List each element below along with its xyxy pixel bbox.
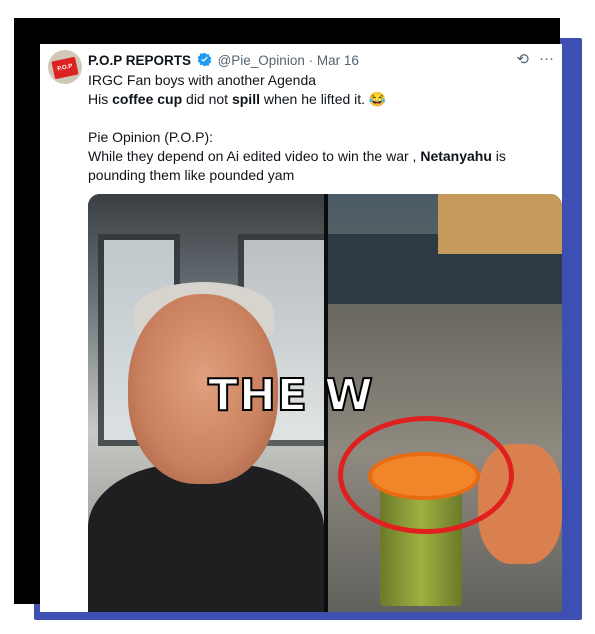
bold-fragment: spill [231, 91, 260, 107]
grok-icon[interactable]: ⟲ [516, 50, 529, 68]
text-fragment: did not [182, 91, 232, 107]
bold-fragment: Netanyahu [420, 148, 492, 164]
image-frame: P.O.P P.O.P REPORTS @Pie_Opinion · Mar 1… [14, 18, 562, 612]
top-right-actions: ⟲ ··· [516, 50, 554, 68]
text-line-3: Pie Opinion (P.O.P): [88, 129, 214, 145]
box-shape [438, 194, 562, 254]
tweet-text: IRGC Fan boys with another Agenda His co… [88, 71, 558, 185]
person-body [88, 464, 324, 612]
bold-fragment: coffee cup [112, 91, 183, 107]
text-line-1: IRGC Fan boys with another Agenda [88, 72, 317, 88]
text-fragment: While they depend on Ai edited video to … [88, 148, 421, 164]
text-fragment: when he lifted it. 😂 [259, 91, 387, 107]
separator: · [308, 53, 314, 68]
tweet-card: P.O.P P.O.P REPORTS @Pie_Opinion · Mar 1… [40, 44, 562, 612]
display-name[interactable]: P.O.P REPORTS [88, 53, 191, 68]
post-date[interactable]: Mar 16 [317, 53, 359, 68]
avatar-logo: P.O.P [51, 56, 79, 80]
verified-badge-icon [197, 52, 212, 70]
video-caption-overlay: THE W [207, 369, 374, 422]
text-line-4: While they depend on Ai edited video to … [88, 147, 558, 185]
tweet-media[interactable]: THE W [88, 194, 562, 612]
text-line-2: His coffee cup did not spill when he lif… [88, 90, 558, 109]
handle[interactable]: @Pie_Opinion [218, 53, 305, 68]
avatar[interactable]: P.O.P [48, 50, 82, 84]
more-icon[interactable]: ··· [539, 50, 554, 68]
text-fragment: His [88, 91, 113, 107]
tweet-header: P.O.P REPORTS @Pie_Opinion · Mar 16 [88, 52, 359, 70]
highlight-circle [338, 416, 514, 534]
